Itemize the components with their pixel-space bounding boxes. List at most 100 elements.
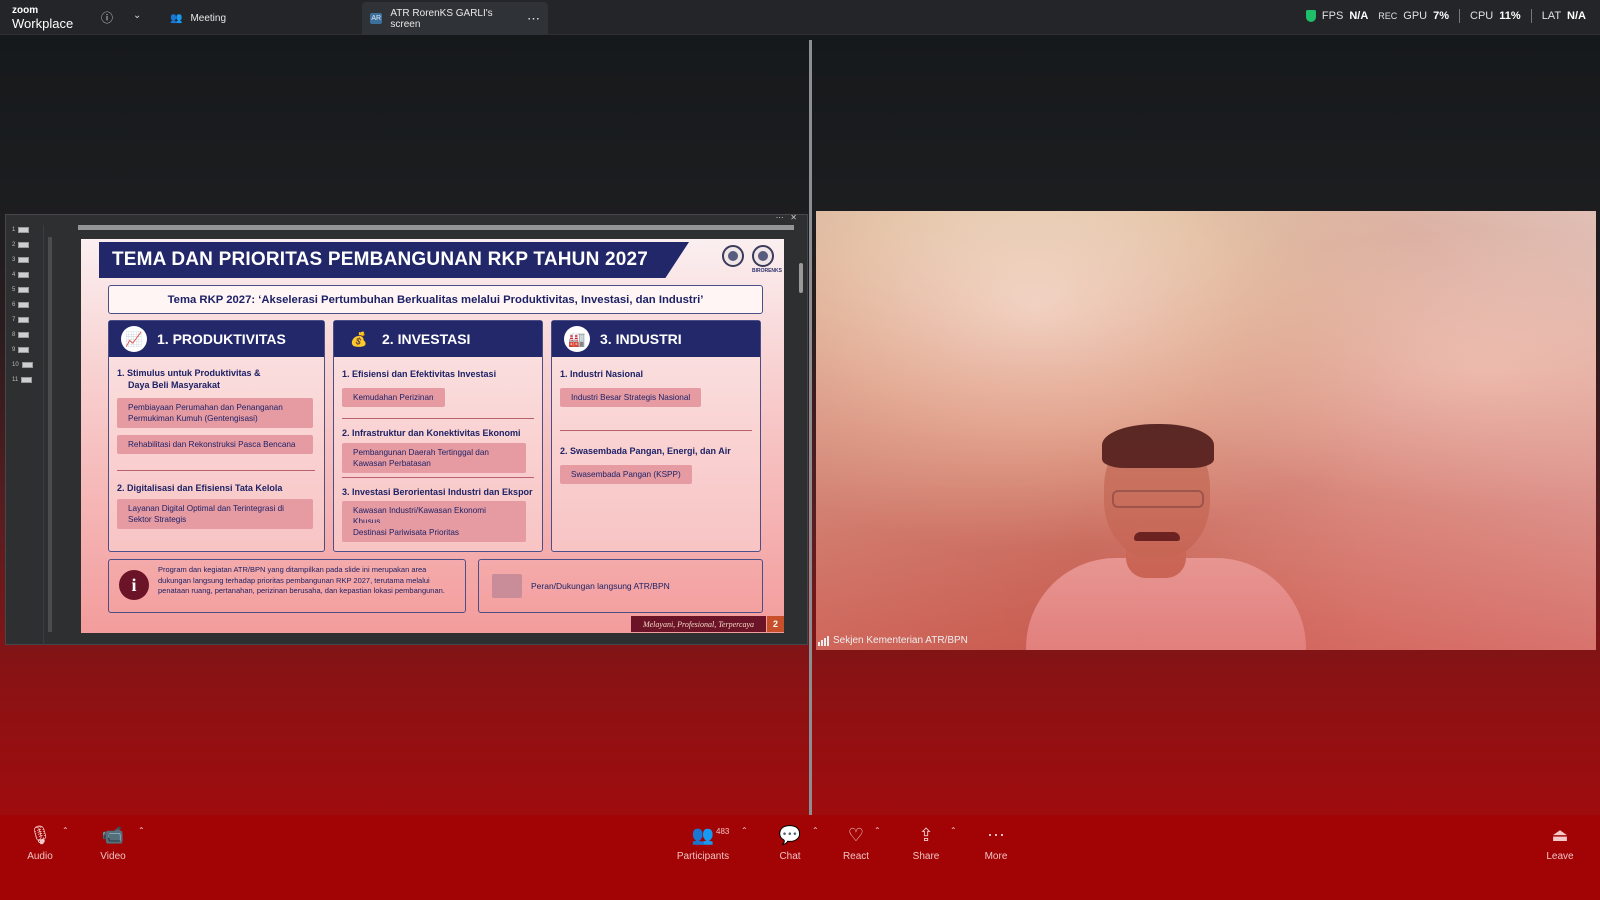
chat-icon: 💬 — [778, 825, 802, 845]
slide-thumbnail[interactable]: 4 — [12, 272, 30, 278]
security-shield-icon[interactable] — [1305, 10, 1316, 22]
slide-thumbnail[interactable]: 5 — [12, 287, 30, 293]
lat-value: N/A — [1567, 10, 1586, 22]
slide-thumbnail-number: 4 — [12, 272, 16, 278]
slide-thumbnail-number: 1 — [12, 227, 16, 233]
column-header: 📈 1. PRODUKTIVITAS — [109, 321, 324, 357]
tab-shared-screen[interactable]: AR ATR RorenKS GARLI's screen ⋯ — [362, 2, 548, 35]
slide-thumbnail[interactable]: 6 — [12, 302, 30, 308]
horizontal-ruler — [78, 225, 794, 230]
slide-scrollbar[interactable] — [799, 263, 803, 293]
share-button[interactable]: ⇪ Share — [896, 824, 956, 862]
slide-thumbnail-preview — [18, 332, 30, 338]
info-icon[interactable]: ⓘ — [101, 9, 113, 26]
tab-meeting-label: Meeting — [190, 12, 227, 24]
participants-icon: 👥 — [691, 825, 715, 845]
participants-count: 483 — [716, 827, 730, 836]
slide-thumbnail[interactable]: 2 — [12, 242, 30, 248]
slide-thumbnail-number: 6 — [12, 302, 16, 308]
growth-chart-icon: 📈 — [121, 326, 147, 352]
react-options-chevron-icon[interactable]: ⌃ — [874, 826, 881, 835]
chat-button[interactable]: 💬 Chat — [760, 824, 820, 862]
slide-thumbnail-preview — [18, 227, 30, 233]
participants-options-chevron-icon[interactable]: ⌃ — [741, 826, 748, 835]
money-plant-icon: 💰 — [350, 330, 368, 347]
fps-value: N/A — [1349, 10, 1369, 22]
tab-meeting[interactable]: 👥 Meeting — [162, 6, 234, 30]
column-heading: 1. PRODUKTIVITAS — [157, 331, 286, 347]
info-note-box: i Program dan kegiatan ATR/BPN yang dita… — [108, 559, 466, 613]
item-heading-line: Daya Beli Masyarakat — [128, 379, 221, 390]
slide-thumbnail-preview — [18, 317, 30, 323]
more-options-icon[interactable]: ⋯ — [527, 11, 540, 27]
slide-thumbnail-number: 5 — [12, 287, 16, 293]
slide-thumbnail-preview — [21, 362, 33, 368]
slide-thumbnail[interactable]: 3 — [12, 257, 30, 263]
slide-title: TEMA DAN PRIORITAS PEMBANGUNAN RKP TAHUN… — [99, 242, 689, 278]
participant-video-feed — [1016, 424, 1306, 650]
cpu-label: CPU — [1470, 10, 1494, 22]
pane-divider[interactable] — [809, 40, 812, 815]
slide-thumbnail-preview — [18, 242, 30, 248]
video-button[interactable]: 📹 Video — [83, 824, 143, 862]
info-note-text: Program dan kegiatan ATR/BPN yang ditamp… — [158, 565, 445, 595]
slide-thumbnail[interactable]: 8 — [12, 332, 30, 338]
zoom-meeting-window: zoom Workplace ⓘ ⌄ 👥 Meeting AR ATR Rore… — [0, 0, 1600, 900]
slide-thumbnail-preview — [18, 257, 30, 263]
program-pill: Pembiayaan Perumahan dan Penanganan Perm… — [117, 398, 313, 428]
atr-bpn-logo-icon — [752, 245, 774, 267]
more-button[interactable]: ⋯ More — [966, 824, 1026, 862]
slide-thumbnail-number: 2 — [12, 242, 16, 248]
program-pill: Kemudahan Perizinan — [342, 388, 445, 407]
participant-name: Sekjen Kementerian ATR/BPN — [833, 635, 968, 646]
chat-options-chevron-icon[interactable]: ⌃ — [812, 826, 819, 835]
column-header: 💰 2. INVESTASI — [334, 321, 542, 357]
window-controls[interactable]: ⋯ ✕ — [776, 213, 797, 222]
item-heading: 1. Efisiensi dan Efektivitas Investasi — [342, 369, 497, 379]
slide-thumbnail-number: 9 — [12, 347, 16, 353]
slide-thumbnail[interactable]: 10 — [12, 362, 33, 368]
slide-thumbnail-number: 8 — [12, 332, 16, 338]
screen-avatar-badge: AR — [370, 13, 383, 24]
leave-label: Leave — [1546, 851, 1574, 862]
item-heading: 1. Industri Nasional — [560, 369, 644, 379]
slide-thumbnail-preview — [18, 302, 30, 308]
chevron-down-icon[interactable]: ⌄ — [133, 10, 141, 21]
video-glasses-shape — [1112, 490, 1204, 508]
presentation-slide: TEMA DAN PRIORITAS PEMBANGUNAN RKP TAHUN… — [81, 239, 784, 633]
item-heading: 2. Swasembada Pangan, Energi, dan Air — [560, 446, 731, 456]
slide-thumbnail[interactable]: 11 — [12, 377, 33, 383]
meeting-controls-toolbar: 🎙 Audio ⌃ 📹 Video ⌃ 👥 Participants 483 ⌃… — [0, 815, 1600, 900]
column-industri: 🏭 3. INDUSTRI 1. Industri Nasional Indus… — [551, 320, 761, 552]
legend-swatch — [492, 574, 522, 598]
zoom-logo: zoom Workplace — [12, 6, 74, 31]
column-produktivitas: 📈 1. PRODUKTIVITAS 1. Stimulus untuk Pro… — [108, 320, 325, 552]
audio-label: Audio — [27, 851, 53, 862]
audio-button[interactable]: 🎙 Audio — [10, 824, 70, 862]
item-heading: 1. Stimulus untuk Produktivitas & Daya B… — [117, 368, 261, 391]
item-heading: 2. Digitalisasi dan Efisiensi Tata Kelol… — [117, 483, 283, 493]
audio-options-chevron-icon[interactable]: ⌃ — [62, 826, 69, 835]
fps-label: FPS — [1321, 10, 1344, 22]
slide-thumbnail[interactable]: 9 — [12, 347, 30, 353]
logo-brand-bottom: Workplace — [12, 16, 74, 31]
info-icon: i — [119, 570, 149, 600]
item-heading-line: 1. Stimulus untuk Produktivitas & — [117, 368, 261, 378]
leave-button[interactable]: ⏏ Leave — [1530, 824, 1590, 862]
garuda-emblem-icon — [722, 245, 744, 267]
video-options-chevron-icon[interactable]: ⌃ — [138, 826, 145, 835]
share-options-chevron-icon[interactable]: ⌃ — [950, 826, 957, 835]
column-header: 🏭 3. INDUSTRI — [552, 321, 760, 357]
slide-thumbnail-panel: 1 2 3 4 5 6 7 8 9 10 11 — [6, 225, 44, 645]
tab-shared-screen-label: ATR RorenKS GARLI's screen — [390, 7, 493, 30]
more-icon: ⋯ — [987, 825, 1005, 845]
slide-thumbnail-preview — [18, 347, 30, 353]
section-divider — [342, 418, 534, 419]
slide-thumbnail-preview — [18, 287, 30, 293]
slide-thumbnail-number: 10 — [12, 362, 19, 368]
slide-thumbnail[interactable]: 7 — [12, 317, 30, 323]
performance-stats: FPS N/A REC GPU 7% CPU 11% LAT N/A — [1305, 9, 1586, 23]
stats-divider — [1459, 9, 1461, 23]
participant-video-tile[interactable] — [816, 211, 1596, 650]
slide-thumbnail[interactable]: 1 — [12, 227, 30, 233]
